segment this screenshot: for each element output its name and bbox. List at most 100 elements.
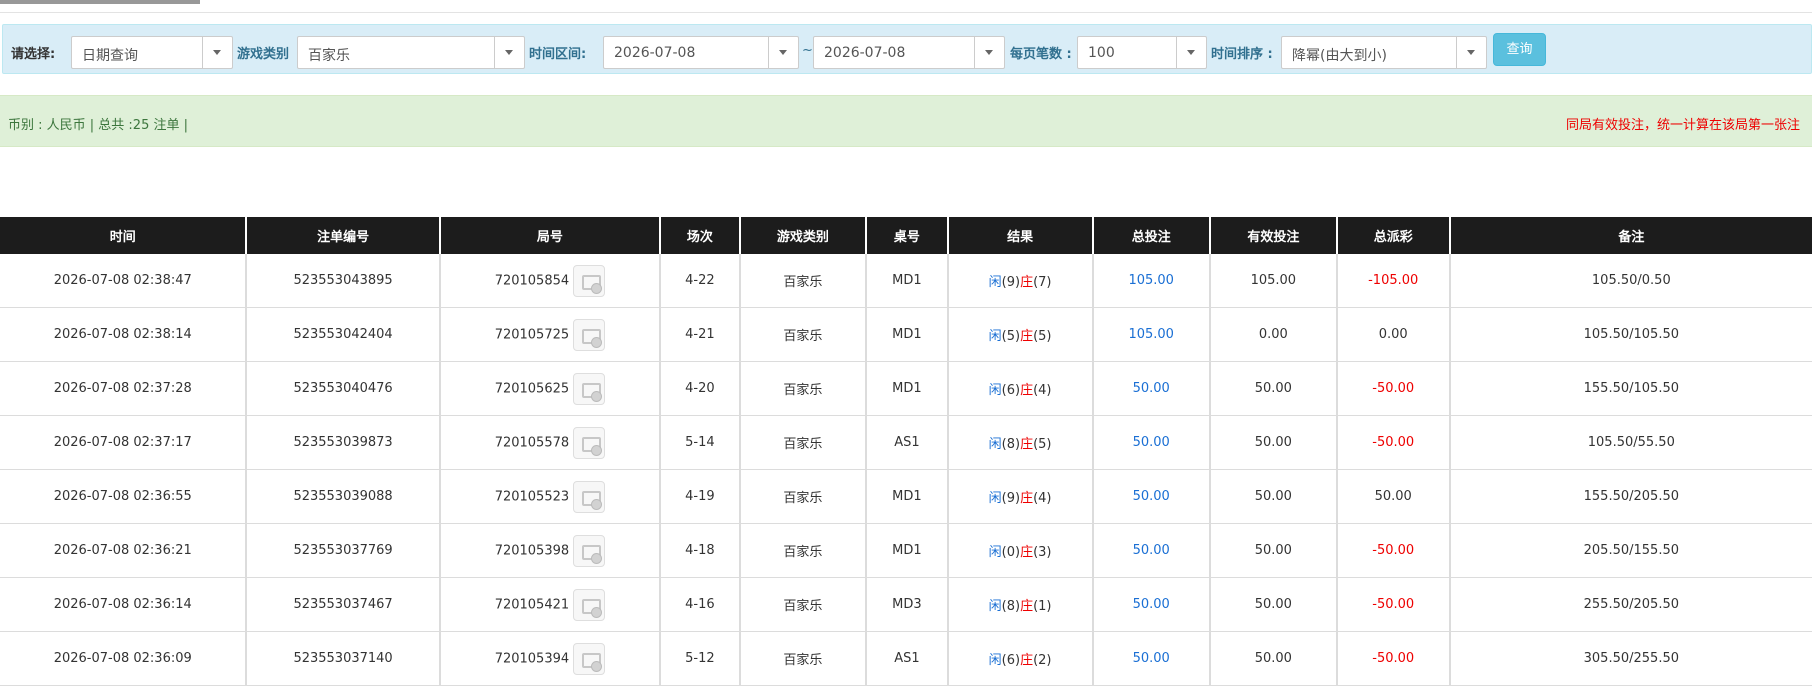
banker-score: (5) (1033, 437, 1052, 452)
table-id-text: MD3 (892, 597, 922, 612)
cell-note: 105.50/55.50 (1448, 415, 1812, 470)
payout-value: 50.00 (1374, 489, 1412, 504)
round-number: 720105421 (494, 597, 570, 612)
cell-result: 闲(9)庄(7) (946, 254, 1093, 308)
cell-round: 720105854 (438, 254, 661, 308)
query-button[interactable]: 查询 (1493, 33, 1546, 66)
sort-select[interactable]: 降幂(由大到小) (1281, 36, 1487, 69)
chevron-down-icon[interactable] (768, 37, 798, 68)
replay-video-icon[interactable] (573, 426, 606, 459)
column-header-bet-id: 注单编号 (245, 217, 440, 254)
cell-note: 105.50/0.50 (1448, 254, 1812, 308)
player-score: (0) (1001, 545, 1021, 560)
cell-result: 闲(9)庄(4) (946, 469, 1093, 524)
cell-round: 720105523 (438, 469, 661, 524)
chevron-down-icon[interactable] (974, 37, 1004, 68)
cell-total-bet: 50.00 (1091, 523, 1210, 578)
cell-valid-bet: 50.00 (1208, 415, 1337, 470)
cell-valid-bet: 50.00 (1208, 577, 1337, 632)
cell-time: 2026-07-08 02:38:14 (0, 307, 247, 362)
table-header-row: 时间 注单编号 局号 场次 游戏类别 桌号 结果 总投注 有效投注 总派彩 备注 (0, 217, 1812, 254)
date-from-select[interactable]: 2026-07-08 (603, 36, 799, 69)
chevron-down-icon[interactable] (494, 37, 524, 68)
cell-table: MD1 (865, 254, 948, 308)
cell-result: 闲(6)庄(4) (946, 361, 1093, 416)
player-label: 闲 (988, 329, 1002, 344)
player-score: (8) (1001, 437, 1021, 452)
replay-video-icon[interactable] (573, 642, 606, 675)
cell-bet-id: 523553043895 (245, 254, 440, 308)
query-type-select[interactable]: 日期查询 (71, 36, 233, 69)
cell-session: 4-19 (659, 469, 740, 524)
cell-note: 305.50/255.50 (1448, 631, 1812, 686)
cell-game: 百家乐 (738, 577, 867, 632)
column-header-game: 游戏类别 (738, 217, 867, 254)
payout-value: 0.00 (1378, 327, 1408, 342)
game-type-select[interactable]: 百家乐 (297, 36, 525, 69)
session-text: 4-21 (685, 327, 715, 342)
replay-video-icon[interactable] (573, 480, 606, 513)
valid-bet-notice: 同局有效投注，统一计算在该局第一张注 (1566, 118, 1801, 133)
query-type-label: 请选择: (11, 47, 56, 62)
valid-bet-value: 0.00 (1258, 327, 1288, 342)
replay-video-icon[interactable] (573, 534, 606, 567)
table-row: 2026-07-08 02:37:28 523553040476 7201056… (0, 361, 1812, 416)
cell-session: 4-22 (659, 254, 740, 308)
game-text: 百家乐 (783, 491, 823, 506)
bet-id-text: 523553037467 (293, 597, 393, 612)
cell-time: 2026-07-08 02:37:28 (0, 361, 247, 416)
cell-result: 闲(8)庄(5) (946, 415, 1093, 470)
round-number: 720105725 (494, 327, 570, 342)
time-text: 2026-07-08 02:37:28 (53, 381, 192, 396)
cell-session: 4-20 (659, 361, 740, 416)
valid-bet-value: 50.00 (1254, 435, 1292, 450)
column-header-valid-bet: 有效投注 (1208, 217, 1337, 254)
cell-valid-bet: 50.00 (1208, 469, 1337, 524)
cell-time: 2026-07-08 02:38:47 (0, 254, 247, 308)
cell-table: MD1 (865, 361, 948, 416)
replay-video-icon[interactable] (573, 264, 606, 297)
player-score: (9) (1001, 275, 1021, 290)
round-number: 720105854 (494, 273, 570, 288)
replay-video-icon[interactable] (573, 318, 606, 351)
cell-result: 闲(5)庄(5) (946, 307, 1093, 362)
replay-video-icon[interactable] (573, 588, 606, 621)
game-type-value: 百家乐 (308, 48, 350, 64)
valid-bet-value: 105.00 (1250, 273, 1297, 288)
table-id-text: MD1 (892, 381, 922, 396)
player-label: 闲 (988, 275, 1002, 290)
cell-table: AS1 (865, 415, 948, 470)
banker-label: 庄 (1020, 275, 1034, 290)
time-range-label: 时间区间: (529, 47, 587, 62)
total-bet-value: 50.00 (1132, 435, 1170, 450)
cell-valid-bet: 50.00 (1208, 523, 1337, 578)
cell-total-bet: 105.00 (1091, 307, 1210, 362)
per-page-label: 每页笔数 : (1010, 47, 1072, 62)
total-bet-value: 50.00 (1132, 543, 1170, 558)
chevron-down-icon[interactable] (1456, 37, 1486, 68)
replay-video-icon[interactable] (573, 372, 606, 405)
note-text: 105.50/55.50 (1587, 435, 1675, 450)
chevron-down-icon[interactable] (1176, 37, 1206, 68)
table-row: 2026-07-08 02:36:55 523553039088 7201055… (0, 469, 1812, 524)
total-bet-value: 50.00 (1132, 381, 1170, 396)
game-text: 百家乐 (783, 329, 823, 344)
cell-session: 4-16 (659, 577, 740, 632)
total-bet-value: 50.00 (1132, 597, 1170, 612)
column-header-time: 时间 (0, 217, 247, 254)
table-id-text: AS1 (894, 651, 920, 666)
game-text: 百家乐 (783, 653, 823, 668)
player-score: (6) (1001, 383, 1021, 398)
date-to-select[interactable]: 2026-07-08 (813, 36, 1005, 69)
cell-bet-id: 523553039873 (245, 415, 440, 470)
cell-time: 2026-07-08 02:37:17 (0, 415, 247, 470)
per-page-select[interactable]: 100 (1077, 36, 1207, 69)
banker-score: (7) (1033, 275, 1052, 290)
game-text: 百家乐 (783, 545, 823, 560)
bet-id-text: 523553039088 (293, 489, 393, 504)
total-bet-value: 50.00 (1132, 651, 1170, 666)
valid-bet-value: 50.00 (1254, 489, 1292, 504)
chevron-down-icon[interactable] (202, 37, 232, 68)
cell-bet-id: 523553037769 (245, 523, 440, 578)
cell-round: 720105625 (438, 361, 661, 416)
